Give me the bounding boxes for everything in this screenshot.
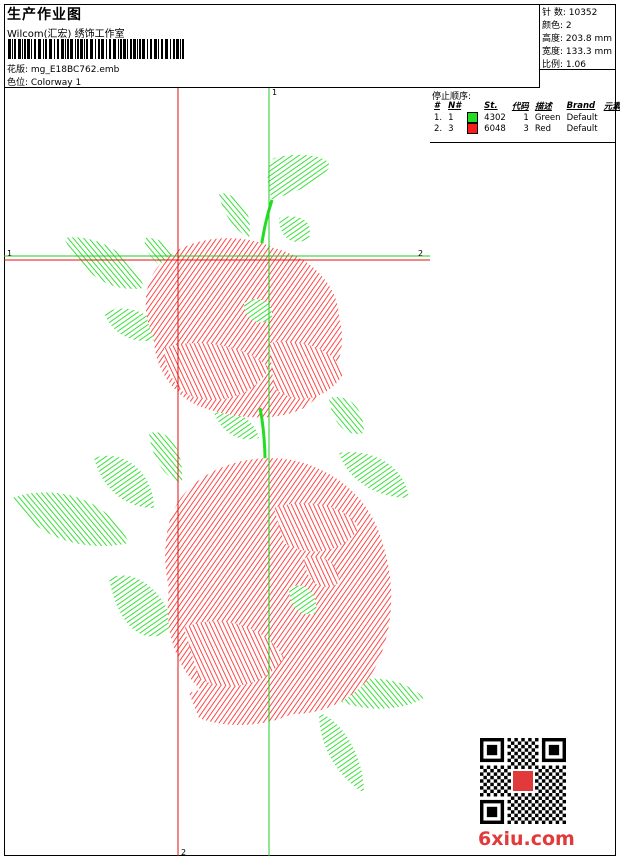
guide-label-left: 1 [7,249,13,258]
stop-sequence-panel: 停止顺序: # N# St. 代码 描述 Brand 元素 1. 1 4302 … [430,88,620,143]
row-brand: Default [566,123,598,134]
row-code: 6048 [484,123,506,134]
design-height: 高度: 203.8 mm [542,34,613,44]
barcode-image [8,39,184,59]
color-count: 颜色: 2 [542,21,572,31]
col-header-st: St. [484,101,498,111]
color-swatch-red [467,123,479,134]
table-header-row: # N# St. 代码 描述 Brand 元素 [431,100,620,112]
design-scale: 比例: 1.06 [542,60,586,70]
row-desc: Green [534,112,561,123]
guide-label-bottom: 2 [181,848,187,857]
page-title: 生产作业图 [7,7,82,23]
color-swatch-green [467,112,479,123]
guide-label-right: 2 [418,249,424,258]
table-row: 2. 3 6048 3 Red Default [431,123,620,134]
col-header-brand: Brand [566,101,596,111]
col-header-desc: 描述 [534,102,552,112]
row-num: 1. [434,112,443,123]
row-n: 3 [448,123,454,134]
row-brand: Default [566,112,598,123]
stop-sequence-table: # N# St. 代码 描述 Brand 元素 1. 1 4302 1 Gree… [431,100,620,134]
table-row: 1. 1 4302 1 Green Default [431,112,620,123]
lower-rose [165,458,392,725]
row-st: 3 [523,123,529,134]
company-name: Wilcom(汇宏) 绣饰工作室 [7,29,125,40]
col-header-code: 代码 [511,102,529,112]
row-n: 1 [448,112,454,123]
qr-code [480,738,566,824]
col-header-element: 元素 [603,102,620,112]
design-name: 花版: mg_E18BC762.emb [7,65,120,75]
row-code: 4302 [484,112,506,123]
col-header-num: # [434,101,440,111]
col-header-n: N# [448,101,462,111]
row-st: 1 [523,112,529,123]
design-width: 宽度: 133.3 mm [542,47,613,57]
colorway-label: 色位: Colorway 1 [7,78,82,88]
upper-rose [145,238,344,418]
guide-label-top: 1 [272,88,278,97]
row-num: 2. [434,123,443,134]
header-panel: 生产作业图 Wilcom(汇宏) 绣饰工作室 花版: mg_E18BC762.e… [4,4,540,88]
watermark-text: 6xiu.com [478,828,575,850]
stats-panel: 针 数: 10352 颜色: 2 高度: 203.8 mm 宽度: 133.3 … [539,4,616,70]
row-desc: Red [534,123,551,134]
embroidery-canvas [4,88,430,856]
stitch-count: 针 数: 10352 [542,8,598,18]
